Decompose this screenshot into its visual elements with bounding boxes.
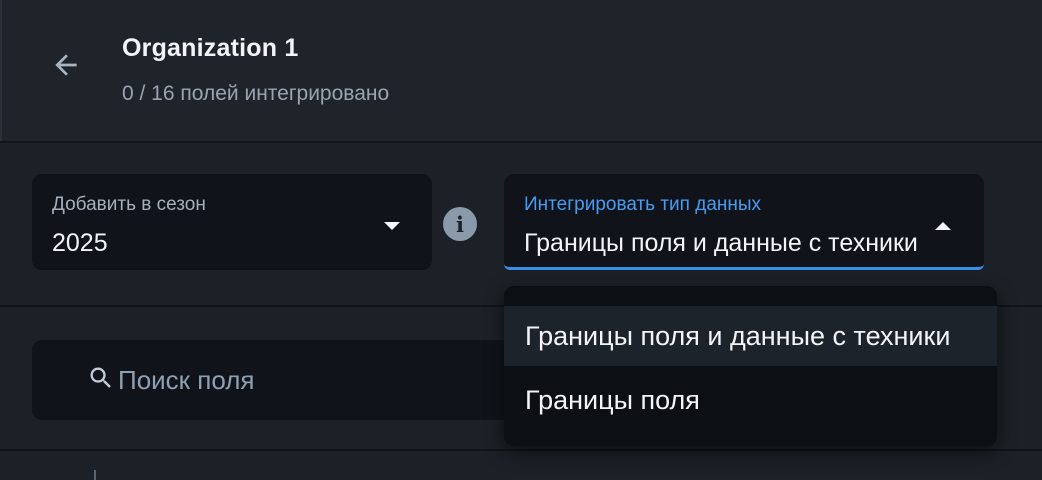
data-type-select-value: Границы поля и данные с техники bbox=[524, 229, 918, 257]
page-title: Organization 1 bbox=[122, 34, 299, 62]
search-icon bbox=[90, 367, 111, 388]
data-type-select[interactable]: Интегрировать тип данных Границы поля и … bbox=[504, 174, 984, 270]
data-type-dropdown-menu: Границы поля и данные с техники Границы … bbox=[504, 286, 997, 446]
page-header: Organization 1 0 / 16 полей интегрирован… bbox=[0, 0, 1042, 141]
caret-down-icon bbox=[384, 222, 400, 230]
arrow-left-icon bbox=[55, 54, 77, 76]
season-select[interactable]: Добавить в сезон 2025 bbox=[32, 174, 432, 270]
info-icon[interactable]: i bbox=[443, 207, 477, 241]
dropdown-option-boundaries[interactable]: Границы поля bbox=[504, 370, 997, 430]
data-type-select-label: Интегрировать тип данных bbox=[524, 194, 762, 215]
caret-up-icon bbox=[935, 222, 951, 230]
season-select-value: 2025 bbox=[52, 229, 108, 257]
list-column-divider bbox=[94, 470, 96, 480]
back-button[interactable] bbox=[46, 45, 86, 85]
field-list-top bbox=[0, 451, 1042, 480]
dropdown-option-boundaries-and-machine-data[interactable]: Границы поля и данные с техники bbox=[504, 306, 997, 366]
integration-status: 0 / 16 полей интегрировано bbox=[122, 82, 390, 105]
season-select-label: Добавить в сезон bbox=[52, 194, 206, 215]
controls-bar: Добавить в сезон 2025 i Интегрировать ти… bbox=[0, 143, 1042, 305]
